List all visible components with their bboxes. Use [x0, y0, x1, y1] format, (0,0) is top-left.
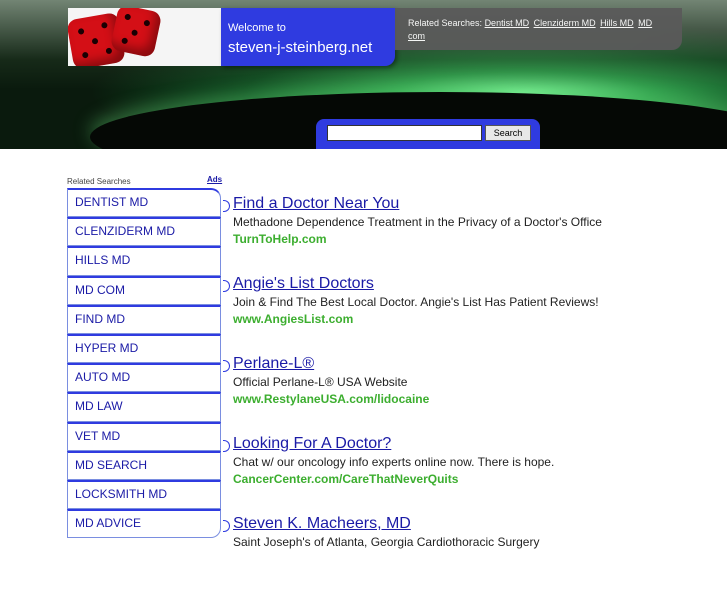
related-search-list: DENTIST MD CLENZIDERM MD HILLS MD MD COM…: [67, 188, 221, 539]
related-item-label: MD LAW: [75, 399, 123, 414]
ad-description: Saint Joseph's of Atlanta, Georgia Cardi…: [233, 535, 540, 549]
sponsored-results: Find a Doctor Near You Methadone Depende…: [223, 194, 713, 594]
ad-tab-marker: [223, 440, 230, 452]
related-item-md-search[interactable]: MD SEARCH: [67, 450, 221, 480]
related-item-hyper-md[interactable]: HYPER MD: [67, 333, 221, 364]
ad-description: Methadone Dependence Treatment in the Pr…: [233, 215, 602, 229]
welcome-text: Welcome to: [228, 22, 286, 34]
left-related-title: Related Searches: [67, 177, 131, 186]
related-item-label: MD SEARCH: [75, 457, 148, 472]
related-item-label: DENTIST MD: [75, 195, 149, 209]
related-item-label: FIND MD: [75, 311, 125, 326]
ad-url-link[interactable]: TurnToHelp.com: [233, 231, 713, 247]
related-item-label: VET MD: [75, 428, 121, 443]
search-button[interactable]: Search: [485, 125, 531, 141]
top-related-links: Related Searches: Dentist MD Clenziderm …: [408, 17, 673, 43]
ad-title-link[interactable]: Perlane-L®: [233, 354, 713, 374]
top-link-dentist-md[interactable]: Dentist MD: [485, 18, 530, 28]
ad-description: Join & Find The Best Local Doctor. Angie…: [233, 295, 599, 309]
related-item-locksmith-md[interactable]: LOCKSMITH MD: [67, 479, 221, 510]
top-related-label: Related Searches:: [408, 18, 483, 28]
ad-result: Find a Doctor Near You Methadone Depende…: [223, 194, 713, 274]
related-item-label: LOCKSMITH MD: [75, 486, 168, 501]
related-item-md-com[interactable]: MD COM: [67, 275, 221, 305]
top-related-searches: Related Searches: Dentist MD Clenziderm …: [395, 8, 682, 50]
ad-url-link[interactable]: www.RestylaneUSA.com/lidocaine: [233, 391, 713, 407]
related-item-label: MD COM: [75, 282, 125, 297]
related-item-label: CLENZIDERM MD: [75, 224, 176, 239]
search-panel: Search: [316, 119, 540, 149]
ad-description: Official Perlane-L® USA Website: [233, 375, 408, 389]
ad-result: Looking For A Doctor? Chat w/ our oncolo…: [223, 434, 713, 514]
ad-result: Steven K. Macheers, MD Saint Joseph's of…: [223, 514, 713, 594]
related-item-label: HYPER MD: [75, 340, 139, 355]
ad-title-link[interactable]: Find a Doctor Near You: [233, 194, 713, 214]
related-item-md-advice[interactable]: MD ADVICE: [67, 509, 221, 539]
top-link-hills-md[interactable]: Hills MD: [600, 18, 634, 28]
search-input[interactable]: [327, 125, 482, 141]
ad-result: Angie's List Doctors Join & Find The Bes…: [223, 274, 713, 354]
ad-description: Chat w/ our oncology info experts online…: [233, 455, 555, 469]
ad-tab-marker: [223, 360, 230, 372]
related-item-label: AUTO MD: [75, 370, 131, 385]
related-item-vet-md[interactable]: VET MD: [67, 421, 221, 451]
ad-tab-marker: [223, 200, 230, 212]
related-item-label: MD ADVICE: [75, 516, 142, 531]
related-item-label: HILLS MD: [75, 253, 131, 268]
related-item-md-law[interactable]: MD LAW: [67, 392, 221, 422]
top-link-clenziderm-md[interactable]: Clenziderm MD: [534, 18, 596, 28]
welcome-panel: Welcome to steven-j-steinberg.net: [221, 8, 395, 66]
ad-result: Perlane-L® Official Perlane-L® USA Websi…: [223, 354, 713, 434]
ad-title-link[interactable]: Angie's List Doctors: [233, 274, 713, 294]
ad-tab-marker: [223, 520, 230, 532]
ad-title-link[interactable]: Steven K. Macheers, MD: [233, 514, 713, 534]
ad-tab-marker: [223, 280, 230, 292]
ad-url-link[interactable]: www.AngiesList.com: [233, 311, 713, 327]
ad-url-link[interactable]: CancerCenter.com/CareThatNeverQuits: [233, 471, 713, 487]
ads-link[interactable]: Ads: [207, 175, 222, 184]
related-item-clenziderm-md[interactable]: CLENZIDERM MD: [67, 217, 221, 247]
site-name: steven-j-steinberg.net: [228, 39, 373, 56]
related-item-find-md[interactable]: FIND MD: [67, 304, 221, 334]
related-item-hills-md[interactable]: HILLS MD: [67, 246, 221, 276]
ad-title-link[interactable]: Looking For A Doctor?: [233, 434, 713, 454]
related-item-dentist-md[interactable]: DENTIST MD: [67, 188, 221, 218]
fuzzy-dice-image: [68, 8, 221, 66]
header-banner: Welcome to steven-j-steinberg.net Relate…: [0, 0, 727, 149]
related-item-auto-md[interactable]: AUTO MD: [67, 363, 221, 393]
